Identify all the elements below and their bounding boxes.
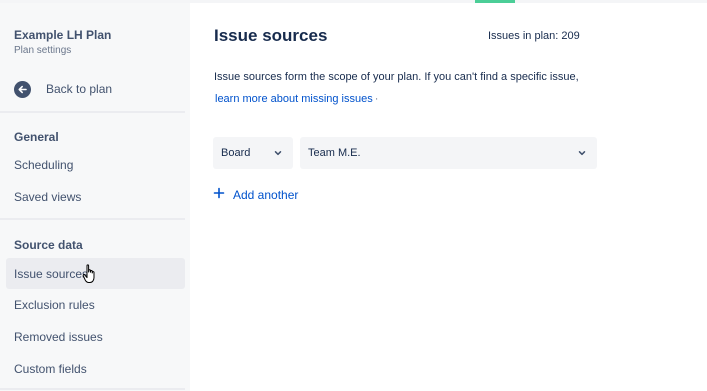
- sidebar-item-label: Custom fields: [14, 361, 87, 376]
- section-title-general: General: [14, 130, 59, 144]
- plus-icon: [213, 186, 225, 204]
- sidebar-item-label: Exclusion rules: [14, 297, 95, 312]
- page-title: Issue sources: [214, 26, 328, 45]
- chevron-down-icon: [577, 148, 587, 161]
- sidebar-item-label: Scheduling: [14, 157, 74, 172]
- description-text: Issue sources form the scope of your pla…: [214, 71, 579, 83]
- sidebar-item-scheduling[interactable]: Scheduling: [6, 149, 185, 180]
- section-title-source-data: Source data: [14, 238, 83, 252]
- add-another-label: Add another: [233, 188, 299, 202]
- issues-in-plan-count: Issues in plan: 209: [488, 30, 580, 42]
- plan-subtitle: Plan settings: [14, 45, 72, 56]
- hand-pointer-cursor-icon: [82, 264, 98, 289]
- chevron-down-icon: [273, 148, 283, 161]
- sidebar-divider: [0, 388, 185, 390]
- learn-more-suffix: ·: [374, 93, 379, 105]
- arrow-left-circle-icon: [14, 80, 31, 98]
- sidebar-item-exclusion-rules[interactable]: Exclusion rules: [6, 289, 185, 320]
- plan-header: Example LH Plan Plan settings: [14, 28, 111, 56]
- add-another-button[interactable]: Add another: [213, 186, 298, 204]
- sidebar-item-custom-fields[interactable]: Custom fields: [6, 353, 185, 384]
- source-value: Team M.E.: [308, 147, 361, 159]
- learn-more-link[interactable]: learn more about missing issues ·: [215, 93, 378, 105]
- source-type-value: Board: [221, 147, 251, 159]
- source-select[interactable]: Team M.E.: [300, 137, 597, 169]
- sidebar-divider: [0, 111, 185, 113]
- back-to-plan-link[interactable]: Back to plan: [14, 79, 112, 99]
- back-to-plan-label: Back to plan: [46, 82, 113, 96]
- sidebar-divider: [0, 218, 185, 220]
- sidebar-item-label: Removed issues: [14, 329, 103, 344]
- sidebar-item-saved-views[interactable]: Saved views: [6, 181, 185, 212]
- sidebar-item-label: Issue sources: [14, 266, 89, 281]
- plan-name: Example LH Plan: [14, 28, 112, 42]
- sidebar-item-removed-issues[interactable]: Removed issues: [6, 321, 185, 352]
- sidebar-item-label: Saved views: [14, 189, 82, 204]
- top-accent-mark: [475, 0, 515, 3]
- learn-more-label: learn more about missing issues: [215, 93, 373, 105]
- source-type-select[interactable]: Board: [213, 137, 293, 169]
